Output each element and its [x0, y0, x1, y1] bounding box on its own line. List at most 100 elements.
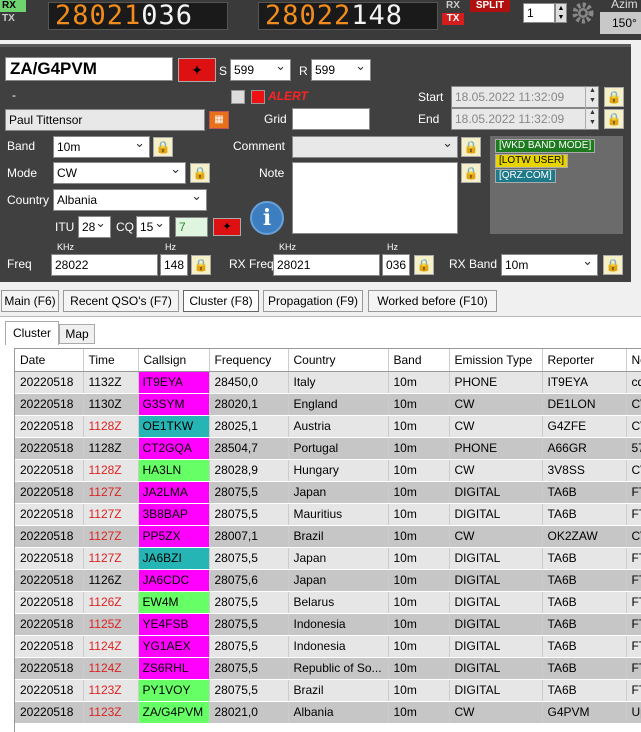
cell-band: 10m — [388, 701, 450, 724]
mode-lock-icon[interactable]: 🔒 — [190, 163, 210, 183]
cell-rep: G4ZFE — [542, 415, 627, 438]
table-row[interactable]: 20220518 1127Z JA2LMA 28075,5 Japan 10m DIGITA… — [15, 481, 641, 504]
cell-band: 10m — [388, 459, 450, 482]
column-header[interactable]: Time — [83, 349, 139, 372]
mode-select[interactable]: CW — [53, 162, 186, 184]
cell-date: 20220518 — [15, 591, 84, 614]
small-flag-icon: ✦ — [213, 218, 241, 236]
freq-khz-input[interactable]: 28022 — [51, 254, 158, 276]
tab-worked-before[interactable]: Worked before (F10) — [368, 290, 497, 312]
rxfreq-lock-icon[interactable]: 🔒 — [414, 255, 434, 275]
start-time-input[interactable]: 18.05.2022 11:32:09 — [451, 86, 599, 108]
cell-rep: TA6B — [542, 613, 627, 636]
grid-input[interactable] — [292, 108, 370, 130]
cell-call: CT2GQA — [138, 437, 210, 460]
band-select[interactable]: 10m — [53, 136, 150, 158]
cell-time: 1125Z — [83, 613, 139, 636]
table-row[interactable]: 20220518 1128Z HA3LN 28028,9 Hungary 10m CW 3V8… — [15, 459, 641, 482]
tab-propagation[interactable]: Propagation (F9) — [263, 290, 363, 312]
column-header[interactable]: Band — [388, 349, 450, 372]
cell-date: 20220518 — [15, 481, 84, 504]
cell-rep: TA6B — [542, 503, 627, 526]
end-lock-icon[interactable]: 🔒 — [604, 109, 624, 129]
cell-mode: DIGITAL — [449, 569, 543, 592]
rxband-lock-icon[interactable]: 🔒 — [603, 255, 623, 275]
subtab-map[interactable]: Map — [59, 324, 95, 344]
cell-date: 20220518 — [15, 525, 84, 548]
alert-checkbox[interactable] — [231, 90, 245, 104]
table-row[interactable]: 20220518 1128Z CT2GQA 28504,7 Portugal 10m PHO… — [15, 437, 641, 460]
cell-note: FT — [626, 569, 641, 592]
column-header[interactable]: Callsign — [138, 349, 210, 372]
column-header[interactable]: Reporter — [542, 349, 627, 372]
table-row[interactable]: 20220518 1124Z YG1AEX 28075,5 Indonesia 10m DI… — [15, 635, 641, 658]
tab-cluster[interactable]: Cluster (F8) — [183, 290, 259, 312]
table-row[interactable]: 20220518 1132Z IT9EYA 28450,0 Italy 10m PHONE I… — [15, 371, 641, 394]
split-button[interactable]: SPLIT — [470, 0, 510, 12]
table-row[interactable]: 20220518 1128Z OE1TKW 28025,1 Austria 10m CW G4… — [15, 415, 641, 438]
rxfreq-khz-input[interactable]: 28021 — [273, 254, 380, 276]
column-header[interactable]: Emission Type — [449, 349, 543, 372]
lookup-icon[interactable]: ▦ — [209, 111, 229, 129]
callsign-input[interactable]: ZA/G4PVM — [5, 57, 173, 81]
end-time-spinner[interactable]: ▲ ▼ — [585, 108, 599, 130]
cell-time: 1130Z — [83, 393, 139, 416]
note-lock-icon[interactable]: 🔒 — [461, 163, 481, 183]
table-row[interactable]: 20220518 1130Z G3SYM 28020,1 England 10m CW DE1… — [15, 393, 641, 416]
itu-select[interactable]: 28 — [78, 216, 111, 238]
tab-main[interactable]: Main (F6) — [1, 290, 59, 312]
comment-select[interactable] — [292, 136, 458, 158]
table-row[interactable]: 20220518 1127Z JA6BZI 28075,5 Japan 10m DIGITA… — [15, 547, 641, 570]
spinner-arrows[interactable]: ▲ ▼ — [555, 3, 567, 23]
comment-lock-icon[interactable]: 🔒 — [461, 137, 481, 157]
table-row[interactable]: 20220518 1127Z 3B8BAP 28075,5 Mauritius 10m DI… — [15, 503, 641, 526]
rst-received-select[interactable]: 599 — [311, 59, 371, 81]
rst-sent-select[interactable]: 599 — [230, 59, 291, 81]
column-header[interactable]: No — [626, 349, 641, 372]
azimuth-value: 150° — [600, 12, 641, 34]
column-header[interactable]: Frequency — [209, 349, 289, 372]
cell-band: 10m — [388, 371, 450, 394]
table-row[interactable]: 20220518 1127Z PP5ZX 28007,1 Brazil 10m CW OK2Z… — [15, 525, 641, 548]
name-input[interactable]: Paul Tittensor — [5, 109, 205, 131]
cell-rep: A66GR — [542, 437, 627, 460]
cell-band: 10m — [388, 591, 450, 614]
table-row[interactable]: 20220518 1123Z PY1VOY 28075,5 Brazil 10m DIGIT… — [15, 679, 641, 702]
end-time-input[interactable]: 18.05.2022 11:32:09 — [451, 108, 599, 130]
cell-country: Belarus — [288, 591, 389, 614]
alert-color-swatch[interactable] — [251, 90, 265, 104]
rxfreq-khz-label: KHz — [279, 242, 297, 252]
band-lock-icon[interactable]: 🔒 — [153, 137, 173, 157]
cell-freq: 28075,5 — [209, 547, 289, 570]
cell-freq: 28075,5 — [209, 591, 289, 614]
badge-lotw-text: [LOTW USER] — [499, 155, 565, 166]
cell-country: Albania — [288, 701, 389, 724]
rxband-select[interactable]: 10m — [501, 254, 598, 276]
note-textarea[interactable] — [292, 162, 458, 234]
column-header[interactable]: Country — [288, 349, 389, 372]
cq-select[interactable]: 15 — [136, 216, 170, 238]
cell-call: YG1AEX — [138, 635, 210, 658]
cell-date: 20220518 — [15, 459, 84, 482]
cell-band: 10m — [388, 481, 450, 504]
freq-hz-input[interactable]: 148 — [160, 254, 188, 276]
rxfreq-hz-input[interactable]: 036 — [382, 254, 410, 276]
info-icon[interactable]: i — [250, 201, 284, 235]
start-time-spinner[interactable]: ▲ ▼ — [585, 86, 599, 108]
start-lock-icon[interactable]: 🔒 — [604, 87, 624, 107]
table-row[interactable]: 20220518 1124Z ZS6RHL 28075,5 Republic of So… — [15, 657, 641, 680]
table-row[interactable]: 20220518 1126Z EW4M 28075,5 Belarus 10m DIGITA… — [15, 591, 641, 614]
country-select[interactable]: Albania — [53, 189, 207, 211]
vfo-spinner[interactable]: 1 — [523, 3, 555, 23]
freq-lock-icon[interactable]: 🔒 — [191, 255, 211, 275]
cell-time: 1128Z — [83, 415, 139, 438]
table-row[interactable]: 20220518 1123Z ZA/G4PVM 28021,0 Albania 10m CW… — [15, 701, 641, 724]
table-row[interactable]: 20220518 1126Z JA6CDC 28075,6 Japan 10m DIGITA… — [15, 569, 641, 592]
table-row[interactable]: 20220518 1125Z YE4FSB 28075,5 Indonesia 10m DI… — [15, 613, 641, 636]
cell-date: 20220518 — [15, 547, 84, 570]
tab-recent-qsos[interactable]: Recent QSO's (F7) — [63, 290, 179, 312]
subtab-cluster[interactable]: Cluster — [5, 321, 59, 345]
column-header[interactable]: Date — [15, 349, 84, 372]
gear-icon[interactable] — [571, 1, 595, 25]
cell-time: 1132Z — [83, 371, 139, 394]
